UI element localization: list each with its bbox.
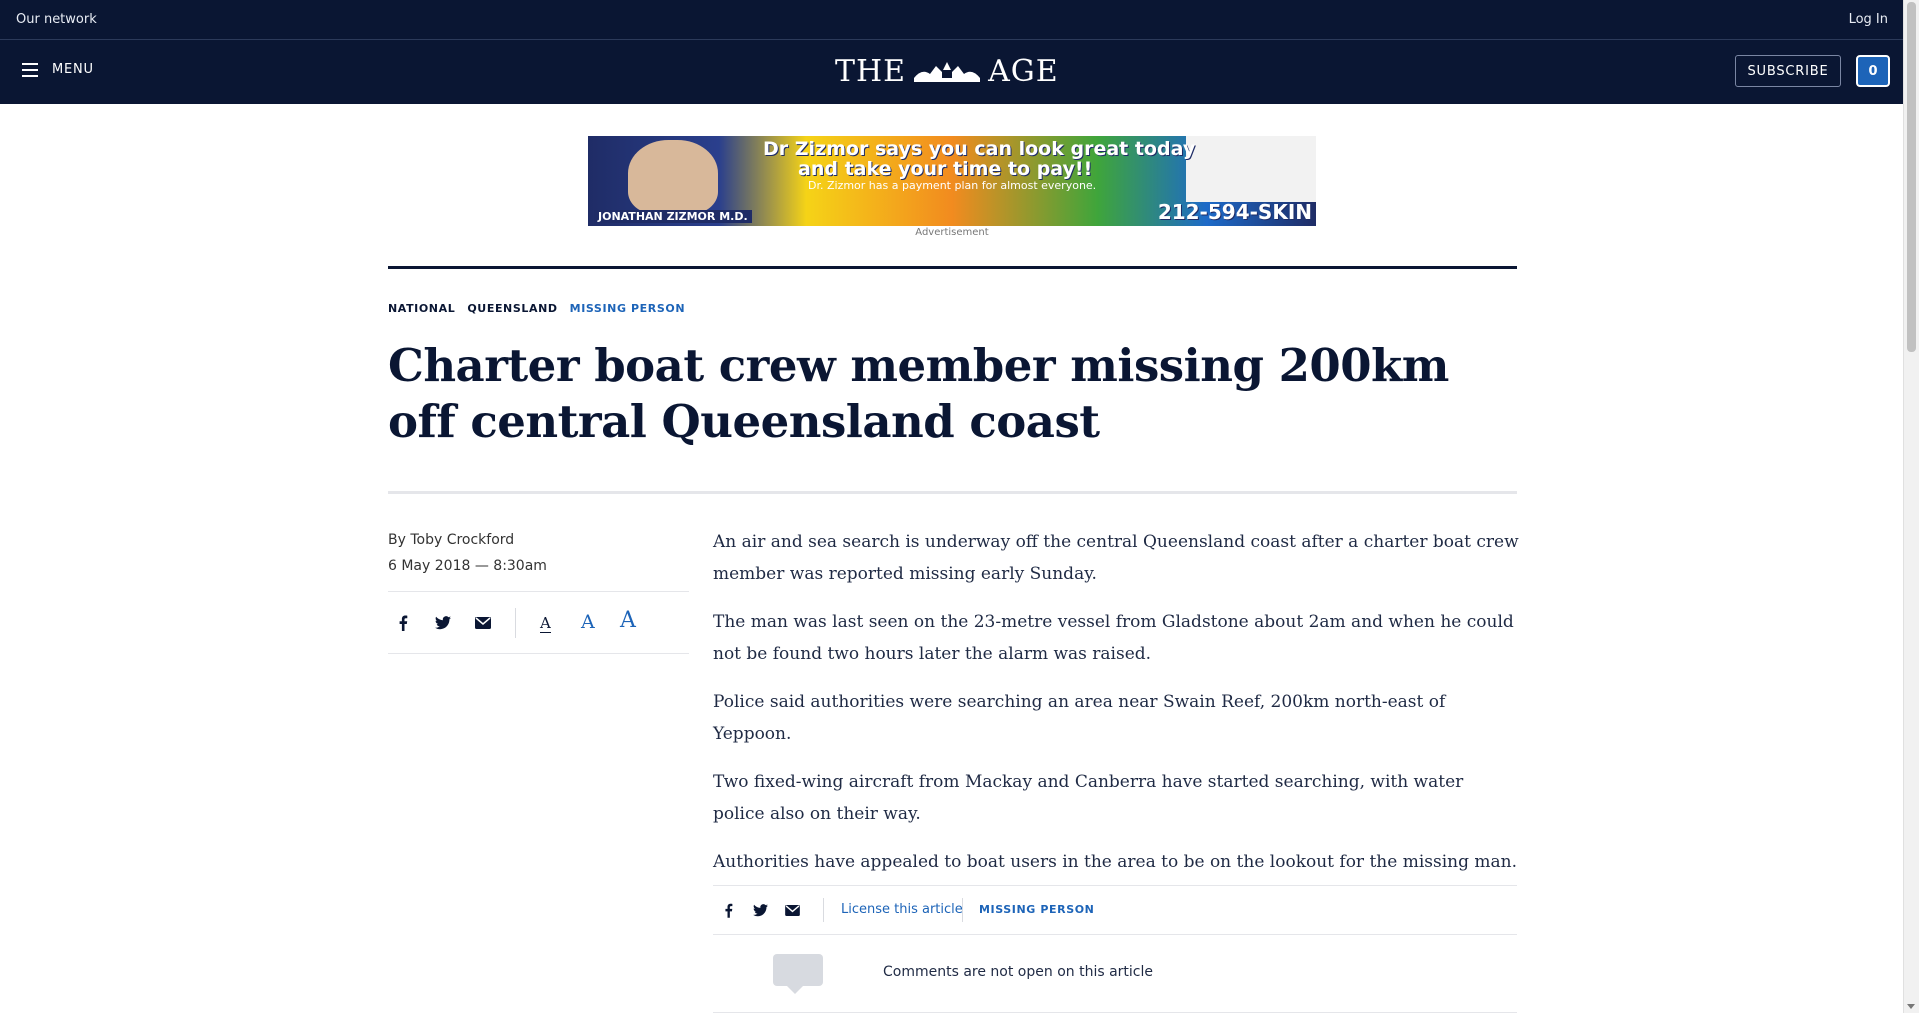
article-body: An air and sea search is underway off th… — [713, 526, 1519, 894]
breadcrumb-queensland[interactable]: QUEENSLAND — [467, 302, 557, 315]
twitter-icon[interactable] — [751, 901, 769, 919]
author-name[interactable]: By Toby Crockford — [388, 527, 547, 553]
email-icon[interactable] — [474, 614, 492, 632]
ad-portrait — [628, 140, 718, 214]
scrollbar-thumb[interactable] — [1907, 2, 1916, 352]
logo-text-right: AGE — [988, 53, 1059, 89]
share-toolbar: A A A — [388, 591, 689, 654]
subscribe-button[interactable]: SUBSCRIBE — [1735, 55, 1841, 87]
email-icon[interactable] — [783, 901, 801, 919]
login-link[interactable]: Log In — [1849, 12, 1888, 27]
breadcrumb-missing-person[interactable]: MISSING PERSON — [570, 302, 685, 315]
comments-closed-text: Comments are not open on this article — [883, 964, 1153, 980]
hamburger-icon — [22, 62, 38, 77]
logo-text-left: THE — [835, 53, 907, 89]
footer-separator — [823, 898, 824, 922]
facebook-icon[interactable] — [719, 901, 737, 919]
breadcrumb-national[interactable]: NATIONAL — [388, 302, 455, 315]
article-paragraph: Police said authorities were searching a… — [713, 692, 1446, 744]
saved-count-button[interactable]: 0 — [1856, 55, 1890, 87]
byline: By Toby Crockford 6 May 2018 — 8:30am — [388, 527, 547, 579]
article-headline: Charter boat crew member missing 200km o… — [388, 339, 1449, 448]
ad-headline-2: and take your time to pay!! — [798, 158, 1093, 180]
article-paragraph: The man was last seen on the 23-metre ve… — [713, 612, 1514, 664]
share-separator — [515, 608, 516, 638]
our-network-link[interactable]: Our network — [16, 12, 97, 27]
advertisement-label: Advertisement — [915, 227, 989, 238]
section-divider — [388, 266, 1517, 269]
footer-share-toolbar: License this article MISSING PERSON — [713, 885, 1517, 935]
site-header: MENU THE AGE SUBSCRIBE 0 — [0, 40, 1904, 104]
facebook-icon[interactable] — [394, 614, 412, 632]
article-paragraph: An air and sea search is underway off th… — [713, 532, 1519, 584]
menu-label: MENU — [52, 62, 94, 77]
font-size-small-button[interactable]: A — [540, 614, 551, 633]
footer-separator — [962, 898, 963, 922]
article-paragraph: Authorities have appealed to boat users … — [713, 852, 1517, 872]
ad-side-panel — [1186, 136, 1316, 202]
ad-doctor-name: JONATHAN ZIZMOR M.D. — [594, 210, 752, 223]
font-size-medium-button[interactable]: A — [581, 611, 595, 633]
comment-bubble-icon — [773, 954, 823, 994]
top-network-bar: Our network Log In — [0, 0, 1904, 40]
font-size-large-button[interactable]: A — [620, 608, 636, 633]
ad-headline-1: Dr Zizmor says you can look great today — [763, 138, 1196, 160]
the-age-logo[interactable]: THE AGE — [835, 53, 1059, 89]
ad-subline: Dr. Zizmor has a payment plan for almost… — [808, 179, 1097, 192]
menu-button[interactable]: MENU — [22, 62, 94, 77]
twitter-icon[interactable] — [434, 614, 452, 632]
license-article-link[interactable]: License this article — [841, 902, 963, 917]
advertisement-banner[interactable]: Dr Zizmor says you can look great today … — [588, 136, 1316, 226]
crest-icon — [914, 62, 981, 82]
breadcrumb: NATIONAL QUEENSLAND MISSING PERSON — [388, 302, 685, 315]
article-paragraph: Two fixed-wing aircraft from Mackay and … — [713, 772, 1464, 824]
ad-phone-number: 212-594-SKIN — [1157, 200, 1312, 224]
comments-section: Comments are not open on this article — [713, 934, 1517, 1013]
scroll-down-arrow-icon[interactable] — [1907, 1004, 1915, 1009]
tag-missing-person[interactable]: MISSING PERSON — [979, 903, 1094, 916]
headline-divider — [388, 491, 1517, 494]
publish-date: 6 May 2018 — 8:30am — [388, 558, 547, 574]
page-scrollbar[interactable] — [1903, 0, 1919, 1013]
